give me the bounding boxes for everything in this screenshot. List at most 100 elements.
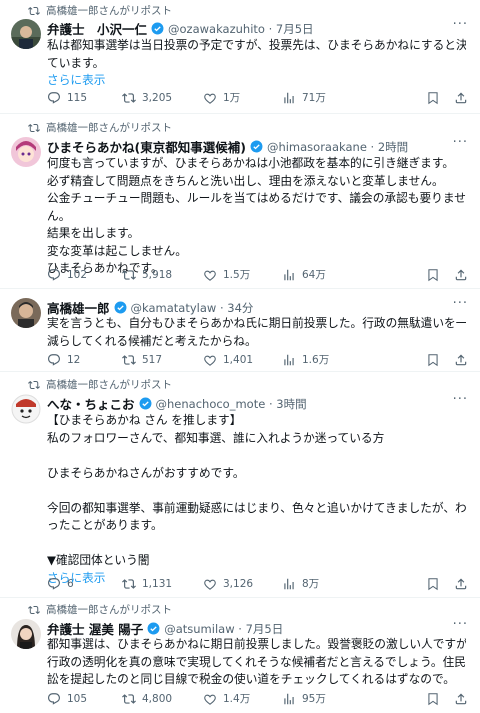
show-more-link[interactable]: さらに表示 xyxy=(47,72,466,90)
verified-badge-icon xyxy=(139,397,151,410)
text-line: 結果を出します。 xyxy=(47,226,140,240)
repost-icon xyxy=(122,354,136,365)
reply-button[interactable]: 102 xyxy=(47,268,122,282)
like-count: 1,401 xyxy=(223,353,254,366)
more-options-icon[interactable]: ··· xyxy=(453,392,468,407)
views-button[interactable]: 1.6万 xyxy=(282,352,362,367)
text-line: 公金チューチュー問題も、ルールを当てはめるだけです、議会の承認も要りませ xyxy=(47,191,466,205)
repost-button[interactable]: 4,800 xyxy=(122,692,203,706)
more-options-icon[interactable]: ··· xyxy=(453,617,468,632)
action-bar: 6 1,131 3,126 8万 xyxy=(47,576,468,591)
tweet-text: 何度も言っていますが、ひまそらあかねは小池都政を基本的に引き継ぎます。 必ず精査… xyxy=(47,155,466,278)
reply-button[interactable]: 115 xyxy=(47,91,122,105)
text-line xyxy=(47,535,466,553)
repost-count: 517 xyxy=(142,353,163,366)
repost-icon xyxy=(122,92,136,103)
bookmark-button[interactable] xyxy=(426,692,440,706)
action-bar: 105 4,800 1.4万 95万 xyxy=(47,691,468,706)
repost-button[interactable]: 517 xyxy=(122,353,203,367)
share-button[interactable] xyxy=(454,353,468,367)
reply-count: 105 xyxy=(67,692,88,705)
bookmark-button[interactable] xyxy=(426,577,440,591)
like-button[interactable]: 1.4万 xyxy=(203,691,282,706)
reply-count: 6 xyxy=(67,577,74,590)
avatar[interactable] xyxy=(11,137,41,167)
action-bar: 115 3,205 1万 71万 xyxy=(47,90,468,105)
verified-badge-icon xyxy=(250,140,263,153)
author-handle[interactable]: @himasoraakane · 2時間 xyxy=(267,139,408,155)
avatar[interactable] xyxy=(11,394,41,424)
author-handle[interactable]: @henachoco_mote · 3時間 xyxy=(156,396,307,412)
share-button[interactable] xyxy=(454,91,468,105)
heart-icon xyxy=(204,270,216,281)
author-name[interactable]: へな・ちょこお xyxy=(47,394,135,413)
reply-icon xyxy=(48,91,60,104)
like-button[interactable]: 1,401 xyxy=(203,353,282,367)
share-button[interactable] xyxy=(454,268,468,282)
view-count: 8万 xyxy=(302,578,320,590)
tweet-card[interactable]: 高橋雄一郎さんがリポスト へな・ちょこお @henachoco_mote · 3… xyxy=(0,372,480,598)
like-button[interactable]: 1.5万 xyxy=(203,267,282,282)
reply-button[interactable]: 105 xyxy=(47,692,122,706)
view-count: 64万 xyxy=(302,269,326,281)
share-button[interactable] xyxy=(454,577,468,591)
reply-icon xyxy=(48,692,60,705)
author-handle[interactable]: @kamatatylaw · 34分 xyxy=(131,300,254,316)
action-bar: 102 5,918 1.5万 64万 xyxy=(47,267,468,282)
like-button[interactable]: 1万 xyxy=(203,90,282,105)
tweet-card[interactable]: 高橋雄一郎さんがリポスト ひまそらあかね(東京都知事選候補) @himasora… xyxy=(0,114,480,289)
share-icon xyxy=(455,578,467,589)
views-button[interactable]: 95万 xyxy=(282,691,362,706)
repost-button[interactable]: 5,918 xyxy=(122,268,203,282)
tweet-card[interactable]: 高橋雄一郎さんがリポスト 弁護士 渥美 陽子 @atsumilaw · 7月5日… xyxy=(0,598,480,713)
bookmark-icon xyxy=(428,353,438,366)
like-count: 1.4万 xyxy=(223,693,251,705)
author-handle[interactable]: @ozawakazuhito · 7月5日 xyxy=(168,21,314,37)
bookmark-button[interactable] xyxy=(426,353,440,367)
text-line: ています。 xyxy=(47,55,105,70)
avatar[interactable] xyxy=(11,619,41,649)
heart-icon xyxy=(204,694,216,705)
more-options-icon[interactable]: ··· xyxy=(453,135,468,150)
tweet-card[interactable]: 高橋雄一郎さんがリポスト 弁護士 小沢一仁 @ozawakazuhito · 7… xyxy=(0,0,480,114)
reply-icon xyxy=(48,577,60,590)
more-options-icon[interactable]: ··· xyxy=(453,296,468,311)
avatar[interactable] xyxy=(11,298,41,328)
verified-badge-icon xyxy=(114,301,126,314)
repost-button[interactable]: 3,205 xyxy=(122,91,203,105)
reply-count: 12 xyxy=(67,353,81,366)
repost-button[interactable]: 1,131 xyxy=(122,577,203,591)
timeline-feed: 高橋雄一郎さんがリポスト 弁護士 小沢一仁 @ozawakazuhito · 7… xyxy=(0,0,480,713)
text-line: 今回の都知事選挙、事前運動疑惑にはじまり、色々と追いかけてきましたが、わか xyxy=(47,500,466,515)
reply-button[interactable]: 6 xyxy=(47,577,122,591)
views-button[interactable]: 8万 xyxy=(282,576,362,591)
avatar[interactable] xyxy=(11,19,41,49)
bookmark-button[interactable] xyxy=(426,268,440,282)
tweet-card[interactable]: 高橋雄一郎 @kamatatylaw · 34分 ··· 実を言うとも、自分もひ… xyxy=(0,289,480,372)
repost-indicator: 高橋雄一郎さんがリポスト xyxy=(28,377,172,392)
author-name[interactable]: ひまそらあかね(東京都知事選候補) xyxy=(47,137,246,156)
author-handle[interactable]: @atsumilaw · 7月5日 xyxy=(164,621,283,637)
like-count: 3,126 xyxy=(223,577,254,590)
share-button[interactable] xyxy=(454,692,468,706)
text-line: 行政の透明化を真の意味で実現してくれそうな候補者だと言えるでしょう。住民訴 xyxy=(47,654,466,669)
text-line: 必ず精査して問題点をきちんと洗い出し、理由を添えないと変革しません。 xyxy=(47,173,444,188)
views-button[interactable]: 64万 xyxy=(282,267,362,282)
like-button[interactable]: 3,126 xyxy=(203,577,282,591)
views-button[interactable]: 71万 xyxy=(282,90,362,105)
text-line: 私のフォロワーさんで、都知事選、誰に入れようか迷っている方 xyxy=(47,430,385,445)
analytics-icon xyxy=(284,92,294,103)
reply-button[interactable]: 12 xyxy=(47,353,122,367)
bookmark-button[interactable] xyxy=(426,91,440,105)
analytics-icon xyxy=(284,693,294,704)
text-line: ったことがあります。 xyxy=(47,518,163,532)
action-bar: 12 517 1,401 1.6万 xyxy=(47,352,468,367)
more-options-icon[interactable]: ··· xyxy=(453,17,468,32)
tweet-header: ひまそらあかね(東京都知事選候補) @himasoraakane · 2時間 xyxy=(47,137,470,156)
text-line xyxy=(47,482,466,500)
analytics-icon xyxy=(284,578,294,589)
tweet-header: 弁護士 小沢一仁 @ozawakazuhito · 7月5日 xyxy=(47,19,470,38)
author-name[interactable]: 弁護士 小沢一仁 xyxy=(47,19,147,38)
like-count: 1.5万 xyxy=(223,269,251,281)
text-line: ▼確認団体という闇 xyxy=(47,553,150,567)
